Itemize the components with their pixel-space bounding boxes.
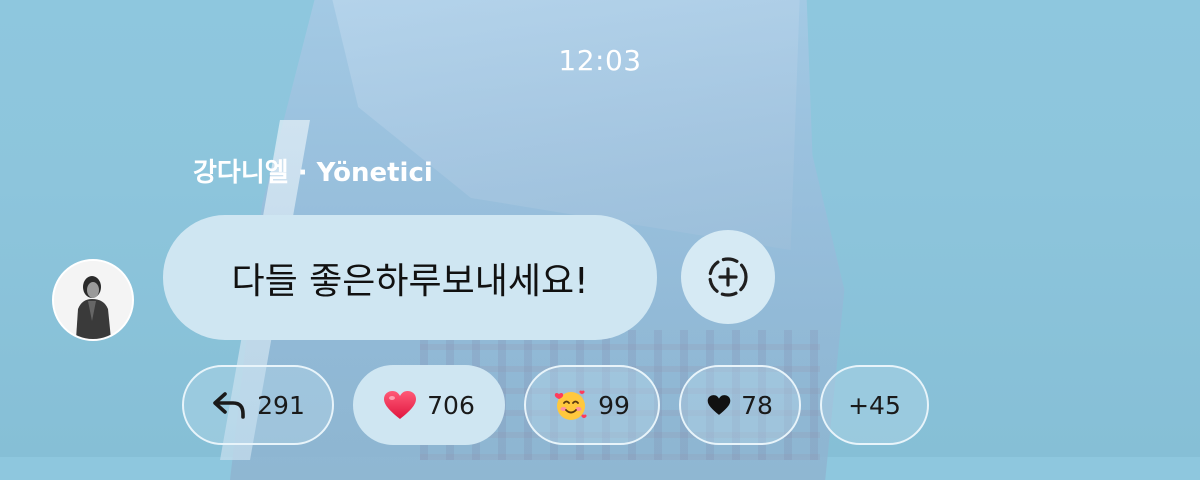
- smiling-hearts-reaction-button[interactable]: 99: [524, 365, 660, 445]
- add-reaction-icon: [708, 257, 748, 297]
- reaction-count: 99: [598, 390, 630, 420]
- message-text: 다들 좋은하루보내세요!: [231, 260, 589, 302]
- heart-reaction-button[interactable]: 706: [353, 365, 505, 445]
- red-heart-emoji: [383, 390, 417, 420]
- reaction-count: 706: [427, 390, 475, 420]
- avatar[interactable]: [52, 259, 134, 341]
- message-timestamp: 12:03: [558, 44, 642, 77]
- reply-arrow-icon: [211, 390, 247, 420]
- avatar-photo: [54, 261, 132, 339]
- reaction-count: 78: [741, 390, 773, 420]
- reaction-count: 291: [257, 390, 305, 420]
- reply-reaction-button[interactable]: 291: [182, 365, 334, 445]
- add-reaction-button[interactable]: [681, 230, 775, 324]
- black-heart-icon: [707, 394, 731, 416]
- black-heart-reaction-button[interactable]: 78: [679, 365, 801, 445]
- message-bubble[interactable]: 다들 좋은하루보내세요!: [163, 215, 657, 340]
- more-reactions-button[interactable]: +45: [820, 365, 929, 445]
- sender-name: 강다니엘 · Yönetici: [193, 158, 433, 188]
- smiling-face-with-hearts-emoji: [554, 388, 588, 422]
- background-photo-detail: [330, 0, 800, 250]
- more-reactions-count: +45: [848, 390, 901, 420]
